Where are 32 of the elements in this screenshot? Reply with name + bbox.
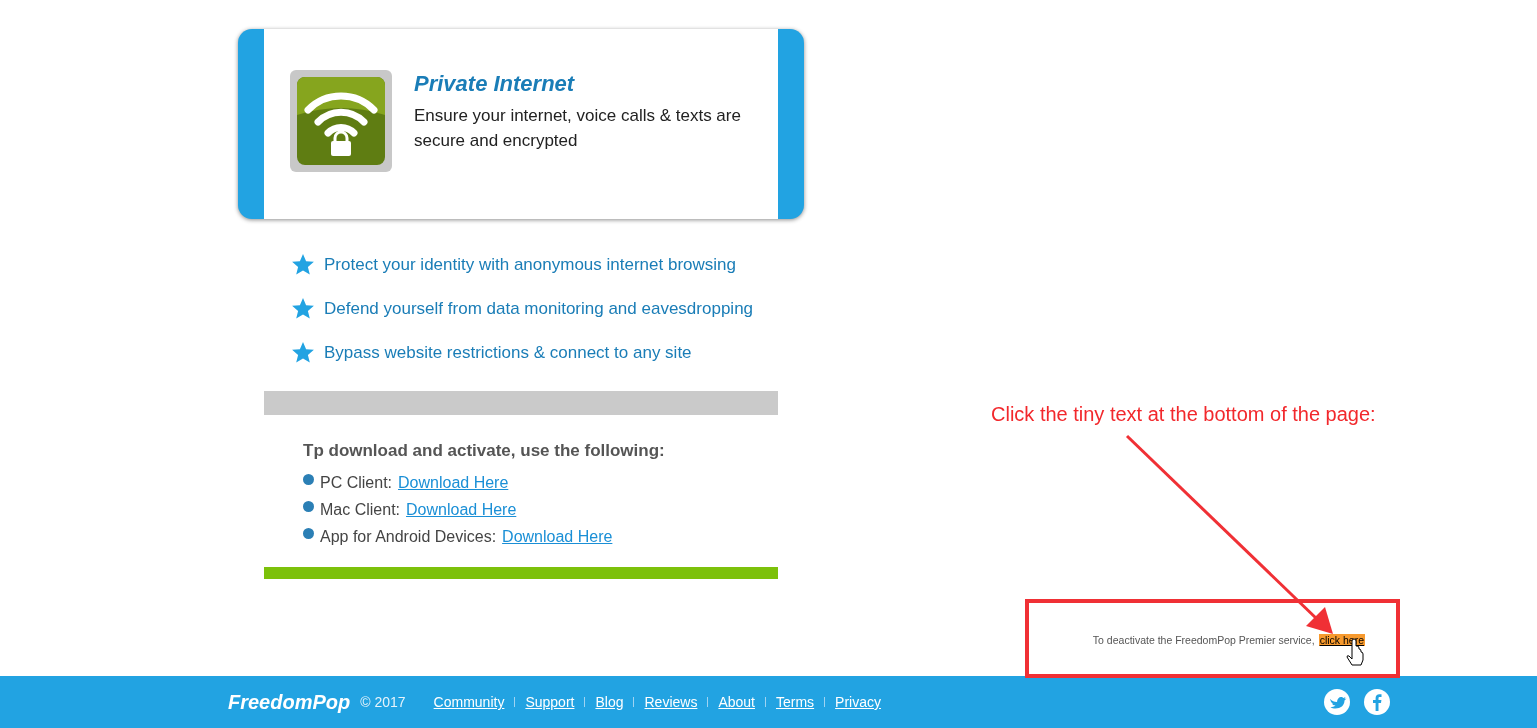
copyright-text: © 2017: [360, 694, 406, 710]
client-label: Mac Client:: [320, 500, 401, 519]
bullet-icon: [303, 501, 314, 512]
footer-link[interactable]: Support: [525, 694, 575, 710]
star-icon: [290, 297, 316, 321]
client-label: App for Android Devices:: [320, 527, 497, 546]
card-title: Private Internet: [414, 71, 576, 97]
card-description: Ensure your internet, voice calls & texts are secure and encrypted: [414, 105, 742, 152]
download-link[interactable]: Download Here: [502, 527, 613, 546]
deactivate-text: To deactivate the FreedomPop Premier service,: [1092, 634, 1315, 646]
footer-link[interactable]: Blog: [595, 694, 624, 710]
bullet-icon: [303, 474, 314, 485]
footer-link[interactable]: Community: [433, 694, 505, 710]
client-label: PC Client:: [320, 473, 393, 492]
facebook-icon[interactable]: [1364, 689, 1390, 715]
download-link[interactable]: Download Here: [406, 500, 517, 519]
feature-text: Protect your identity with anonymous internet browsing: [324, 255, 736, 275]
footer-link[interactable]: Reviews: [644, 694, 698, 710]
star-icon: [290, 341, 316, 365]
footer-link[interactable]: About: [718, 694, 755, 710]
footer-logo: FreedomPop: [228, 690, 351, 714]
feature-text: Bypass website restrictions & connect to any site: [324, 343, 692, 363]
footer-link[interactable]: Terms: [776, 694, 815, 710]
annotation-text: Click the tiny text at the bottom of the page:: [991, 403, 1376, 426]
star-icon: [290, 253, 316, 277]
bullet-icon: [303, 528, 314, 539]
wifi-lock-icon: [290, 70, 392, 172]
download-link[interactable]: Download Here: [398, 473, 509, 492]
feature-text: Defend yourself from data monitoring and eavesdropping: [324, 299, 754, 319]
bird-icon[interactable]: [1324, 689, 1350, 715]
footer-link[interactable]: Privacy: [835, 694, 881, 710]
download-heading: Tp download and activate, use the following:: [303, 441, 666, 461]
